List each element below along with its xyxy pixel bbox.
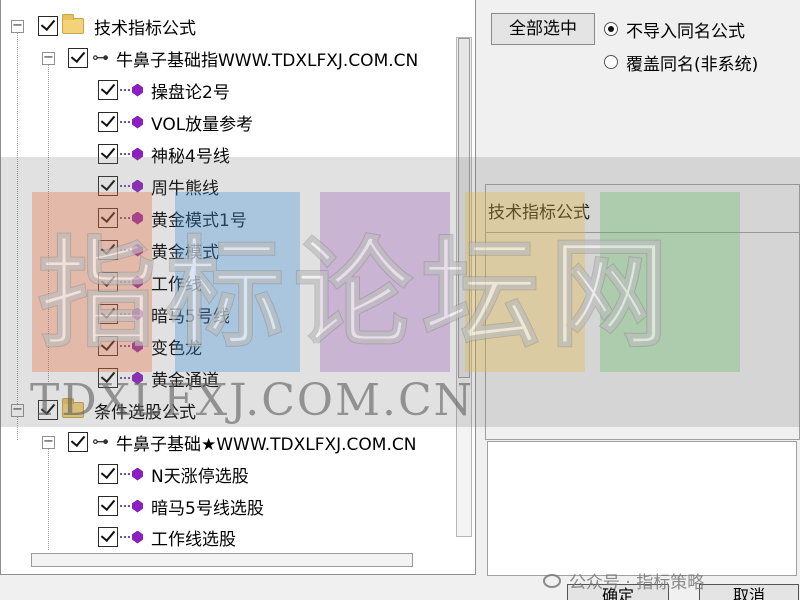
tree-subgroup-label: 牛鼻子基础指WWW.TDXLFXJ.COM.CN — [116, 50, 419, 71]
tree-item-label: 工作线选股 — [151, 529, 236, 550]
formula-info-title: 技术指标公式 — [488, 203, 590, 223]
checkbox-item[interactable] — [98, 496, 118, 516]
tree-item-row[interactable]: VOL放量参考 — [98, 106, 253, 138]
checkbox-group[interactable] — [38, 400, 58, 420]
tree-subgroup-row[interactable]: ⊶ 牛鼻子基础★WWW.TDXLFXJ.COM.CN — [68, 426, 416, 458]
radio-overwrite-duplicates[interactable]: 覆盖同名(非系统) — [604, 48, 758, 76]
key-icon: ⊶ — [92, 432, 109, 452]
tree-item-row[interactable]: 黄金通道 — [98, 362, 219, 394]
formula-gem-icon — [120, 115, 143, 129]
tree-item-row[interactable]: 黄金模式1号 — [98, 202, 247, 234]
checkbox-item[interactable] — [98, 304, 118, 324]
tree-item-label: 操盘论2号 — [151, 82, 230, 103]
tree-item-label: 工作线 — [151, 274, 202, 295]
tree-item-label: 周牛熊线 — [151, 178, 219, 199]
tree-line — [17, 30, 18, 410]
vertical-scrollbar[interactable] — [456, 37, 472, 537]
checkbox-item[interactable] — [98, 336, 118, 356]
tree-subgroup-row[interactable]: ⊶ 牛鼻子基础指WWW.TDXLFXJ.COM.CN — [68, 42, 418, 74]
tree-item-label: 暗马5号线 — [151, 306, 230, 327]
formula-tree-panel[interactable]: − 技术指标公式 − ⊶ 牛鼻子基础指WWW.TDXLFXJ.COM.CN 操盘… — [0, 0, 476, 575]
formula-gem-icon — [120, 530, 143, 544]
checkbox-item[interactable] — [98, 208, 118, 228]
radio-label: 不导入同名公式 — [626, 21, 745, 42]
formula-gem-icon — [120, 499, 143, 513]
checkbox-item[interactable] — [98, 527, 118, 547]
tree-line — [48, 440, 49, 550]
tree-line — [48, 62, 49, 382]
radio-dot-icon[interactable] — [604, 22, 618, 36]
formula-gem-icon — [120, 307, 143, 321]
tree-item-label: 暗马5号线选股 — [151, 498, 264, 519]
checkbox-item[interactable] — [98, 368, 118, 388]
tree-item-row[interactable]: 变色龙 — [98, 330, 202, 362]
tree-item-row[interactable]: 暗马5号线选股 — [98, 490, 264, 522]
formula-gem-icon — [120, 179, 143, 193]
collapse-toggle-icon[interactable]: − — [11, 19, 24, 33]
tree-item-label: 变色龙 — [151, 338, 202, 359]
radio-dot-icon[interactable] — [604, 55, 618, 69]
collapse-toggle-icon[interactable]: − — [11, 403, 24, 417]
checkbox-item[interactable] — [98, 80, 118, 100]
tree-item-label: 神秘4号线 — [151, 146, 230, 167]
checkbox-item[interactable] — [98, 112, 118, 132]
cancel-button[interactable]: 取消 — [699, 584, 799, 600]
collapse-toggle-icon[interactable]: − — [42, 51, 55, 65]
tree-item-row[interactable]: N天涨停选股 — [98, 458, 249, 490]
formula-gem-icon — [120, 339, 143, 353]
tree-group-row[interactable]: 条件选股公式 — [38, 394, 196, 426]
tree-item-label: VOL放量参考 — [151, 114, 254, 135]
formula-gem-icon — [120, 147, 143, 161]
tree-item-row[interactable]: 操盘论2号 — [98, 74, 230, 106]
ok-button[interactable]: 确定 — [567, 584, 669, 600]
formula-gem-icon — [120, 275, 143, 289]
horizontal-scrollbar[interactable] — [31, 553, 413, 567]
collapse-toggle-icon[interactable]: − — [42, 435, 55, 449]
radio-label: 覆盖同名(非系统) — [626, 54, 759, 75]
tree-group-label: 条件选股公式 — [94, 402, 196, 423]
checkbox-group[interactable] — [38, 16, 58, 36]
key-icon: ⊶ — [92, 48, 109, 68]
radio-skip-duplicates[interactable]: 不导入同名公式 — [604, 15, 745, 43]
tree-item-row[interactable]: 工作线选股 — [98, 521, 236, 553]
formula-description-box — [487, 441, 797, 576]
formula-gem-icon — [120, 371, 143, 385]
tree-item-label: 黄金通道 — [151, 370, 219, 391]
tree-item-label: 黄金模式 — [151, 242, 219, 263]
checkbox-item[interactable] — [98, 144, 118, 164]
checkbox-item[interactable] — [98, 176, 118, 196]
folder-icon — [62, 398, 84, 418]
tree-item-row[interactable]: 神秘4号线 — [98, 138, 230, 170]
checkbox-subgroup[interactable] — [68, 48, 88, 68]
formula-gem-icon — [120, 467, 143, 481]
folder-icon — [62, 14, 84, 34]
select-all-button[interactable]: 全部选中 — [491, 13, 595, 45]
tree-group-row[interactable]: 技术指标公式 — [38, 10, 196, 42]
tree-subgroup-label: 牛鼻子基础★WWW.TDXLFXJ.COM.CN — [116, 434, 417, 455]
checkbox-subgroup[interactable] — [68, 432, 88, 452]
tree-item-label: 黄金模式1号 — [151, 210, 247, 231]
divider — [486, 232, 799, 233]
tree-item-row[interactable]: 暗马5号线 — [98, 298, 230, 330]
formula-gem-icon — [120, 83, 143, 97]
formula-gem-icon — [120, 211, 143, 225]
checkbox-item[interactable] — [98, 272, 118, 292]
checkbox-item[interactable] — [98, 464, 118, 484]
tree-item-row[interactable]: 工作线 — [98, 266, 202, 298]
vertical-scrollbar-thumb[interactable] — [458, 38, 470, 378]
tree-item-label: N天涨停选股 — [151, 466, 249, 487]
tree-group-label: 技术指标公式 — [94, 18, 196, 39]
formula-gem-icon — [120, 243, 143, 257]
tree-item-row[interactable]: 周牛熊线 — [98, 170, 219, 202]
tree-item-row[interactable]: 黄金模式 — [98, 234, 219, 266]
checkbox-item[interactable] — [98, 240, 118, 260]
